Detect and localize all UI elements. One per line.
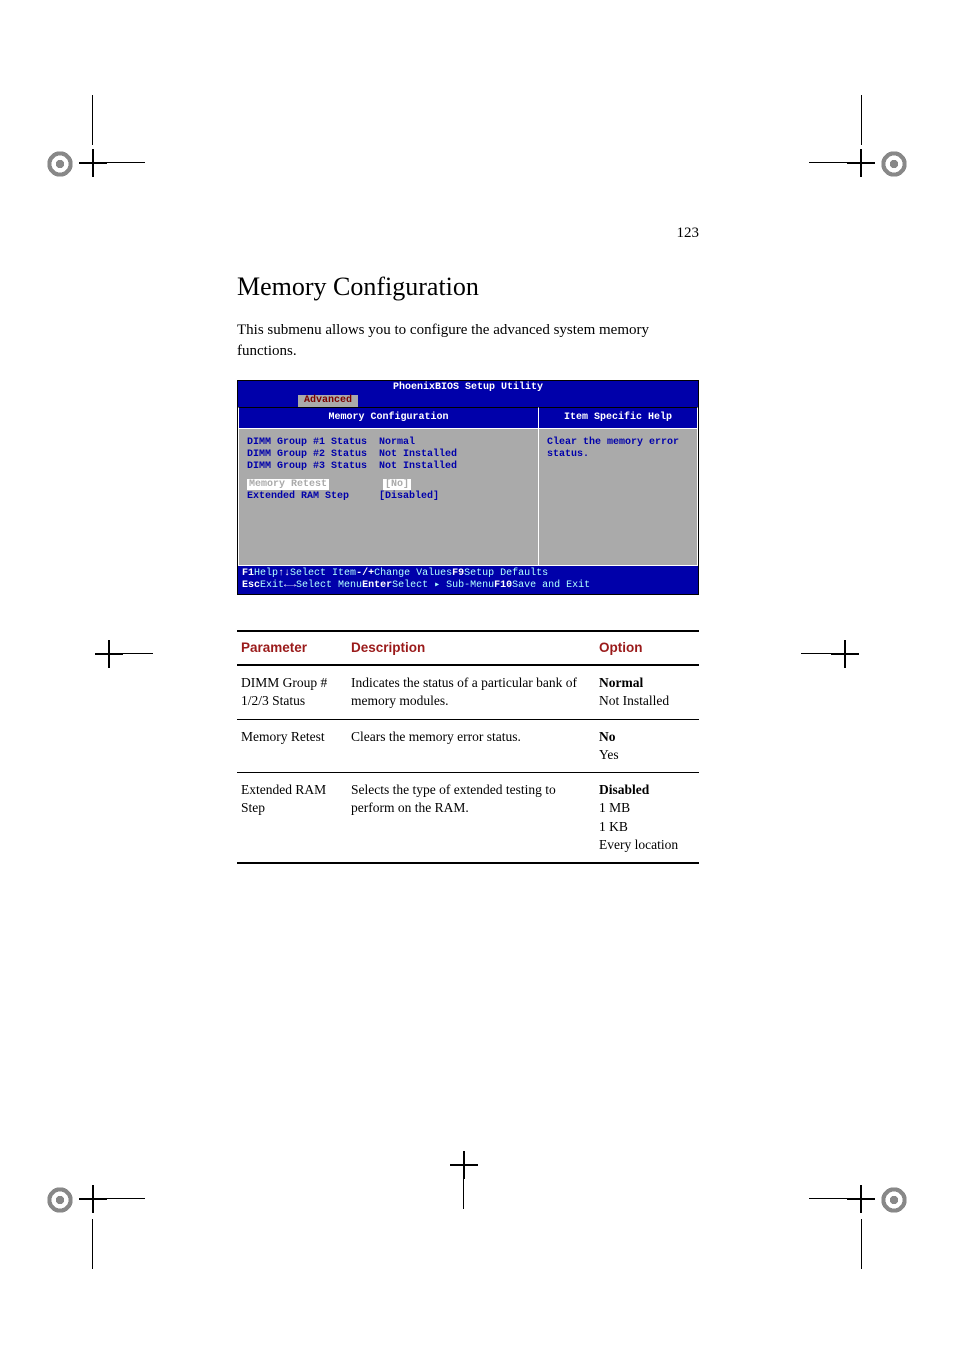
parameter-table: Parameter Description Option DIMM Group … bbox=[237, 630, 699, 864]
page-content: 123 Memory Configuration This submenu al… bbox=[237, 225, 699, 864]
bios-help-body: Clear the memory error status. bbox=[539, 429, 698, 566]
desc-cell: Indicates the status of a particular ban… bbox=[347, 665, 595, 719]
crop-mark bbox=[849, 1171, 909, 1231]
bios-item-selected[interactable]: Memory Retest [No] bbox=[247, 479, 530, 491]
bios-item[interactable]: DIMM Group #2 Status Not Installed bbox=[247, 449, 530, 461]
table-header-option: Option bbox=[595, 631, 699, 665]
table-row: DIMM Group # 1/2/3 Status Indicates the … bbox=[237, 665, 699, 719]
crop-mark bbox=[95, 640, 155, 700]
option-cell: Disabled 1 MB 1 KB Every location bbox=[595, 773, 699, 863]
param-cell: DIMM Group # 1/2/3 Status bbox=[237, 665, 347, 719]
desc-cell: Clears the memory error status. bbox=[347, 719, 595, 772]
desc-cell: Selects the type of extended testing to … bbox=[347, 773, 595, 863]
table-header-parameter: Parameter bbox=[237, 631, 347, 665]
crop-mark bbox=[45, 135, 105, 195]
table-header-row: Parameter Description Option bbox=[237, 631, 699, 665]
bios-title: PhoenixBIOS Setup Utility bbox=[238, 381, 698, 395]
crop-mark bbox=[450, 1151, 510, 1211]
page-number: 123 bbox=[237, 225, 699, 242]
option-cell: Normal Not Installed bbox=[595, 665, 699, 719]
bios-footer: F1 Help ↑↓ Select Item -/+ Change Values… bbox=[238, 566, 698, 594]
bios-help-heading: Item Specific Help bbox=[539, 407, 698, 429]
crop-mark bbox=[799, 640, 859, 700]
bios-screenshot: PhoenixBIOS Setup Utility Advanced Memor… bbox=[237, 380, 699, 595]
option-cell: No Yes bbox=[595, 719, 699, 772]
table-header-description: Description bbox=[347, 631, 595, 665]
bios-tab-row: Advanced bbox=[238, 395, 698, 407]
param-cell: Memory Retest bbox=[237, 719, 347, 772]
bios-item[interactable]: DIMM Group #3 Status Not Installed bbox=[247, 461, 530, 473]
bios-item[interactable]: DIMM Group #1 Status Normal bbox=[247, 437, 530, 449]
table-row: Extended RAM Step Selects the type of ex… bbox=[237, 773, 699, 863]
page-title: Memory Configuration bbox=[237, 272, 699, 302]
crop-mark bbox=[45, 1171, 105, 1231]
intro-text: This submenu allows you to configure the… bbox=[237, 320, 699, 362]
bios-item[interactable]: Extended RAM Step [Disabled] bbox=[247, 491, 530, 503]
crop-mark bbox=[849, 135, 909, 195]
bios-left-pane: DIMM Group #1 Status Normal DIMM Group #… bbox=[238, 429, 539, 566]
table-row: Memory Retest Clears the memory error st… bbox=[237, 719, 699, 772]
param-cell: Extended RAM Step bbox=[237, 773, 347, 863]
bios-tab-advanced[interactable]: Advanced bbox=[298, 395, 358, 407]
bios-panel-heading: Memory Configuration bbox=[238, 407, 539, 429]
